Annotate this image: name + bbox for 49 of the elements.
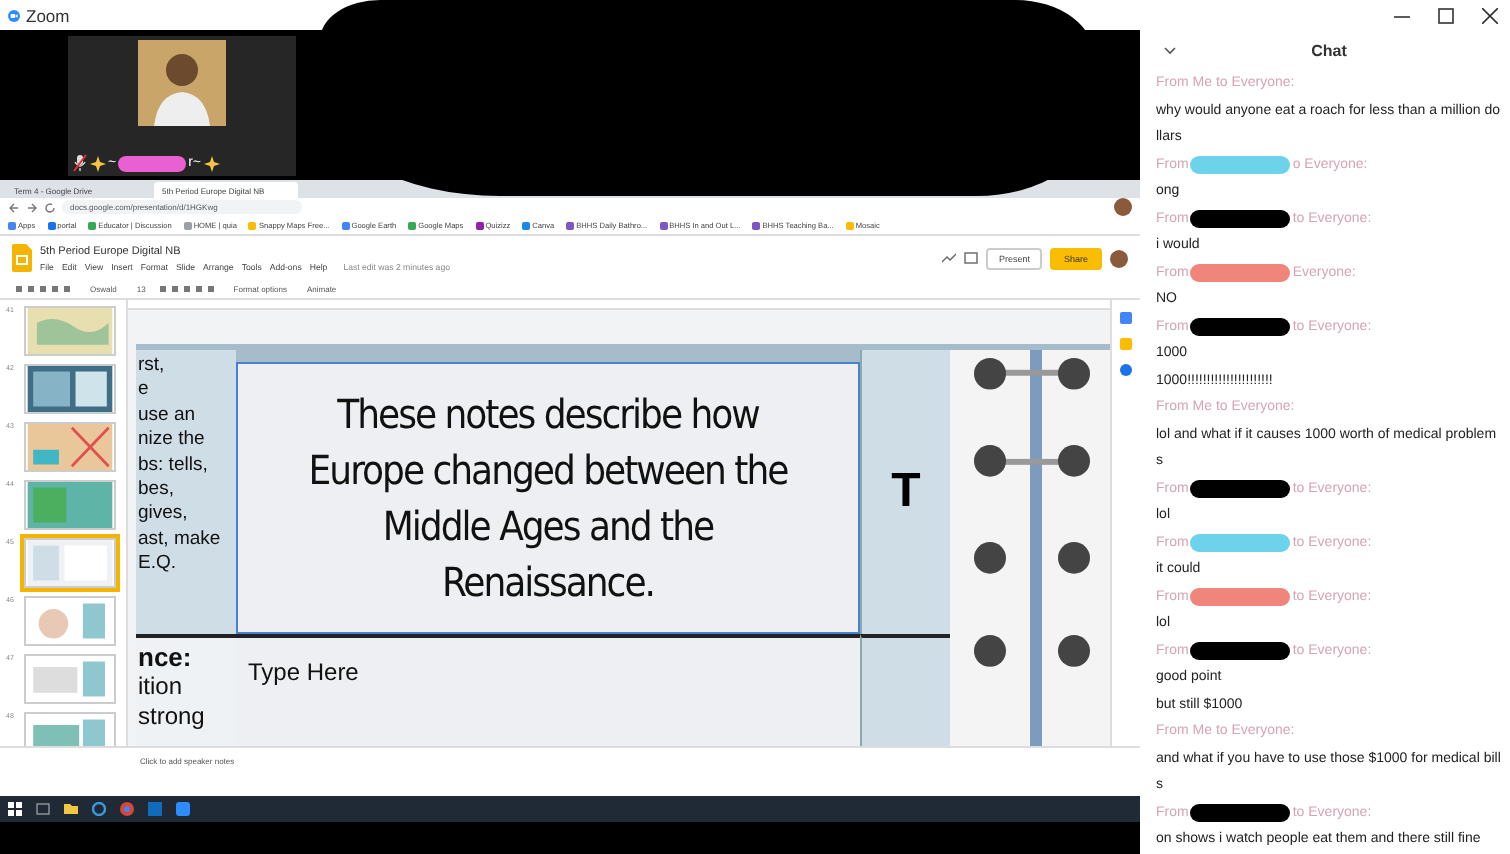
slide-text: rst, [138, 354, 167, 379]
chat-title: Chat [1309, 41, 1349, 59]
muted-mic-icon [72, 154, 88, 172]
slide-thumbnail[interactable] [24, 538, 116, 588]
text-placeholder[interactable]: Type Here [236, 634, 860, 746]
slide-text: bes, [138, 478, 176, 503]
chrome-icon[interactable] [120, 802, 134, 816]
reload-icon[interactable] [44, 201, 56, 213]
slide-text: ition [138, 672, 185, 702]
zoom-logo-icon [8, 9, 20, 21]
slide-panel [860, 634, 950, 746]
slide-text: nce: [138, 642, 194, 672]
tasks-icon[interactable] [1120, 364, 1132, 376]
windows-start-icon[interactable] [8, 802, 22, 816]
slide-text: E.Q. [138, 552, 179, 578]
slide-text: use an [138, 403, 198, 429]
slide-title[interactable]: These notes describe how Europe changed between the Middle Ages and the Renaissance. [236, 362, 860, 634]
back-icon[interactable] [8, 201, 20, 213]
sparkle-icon [203, 155, 220, 171]
task-view-icon[interactable] [36, 802, 50, 816]
slide-text: gives, [138, 502, 190, 528]
maximize-icon[interactable] [1438, 7, 1454, 23]
close-icon[interactable] [1482, 7, 1498, 23]
slide-thumbnail[interactable] [24, 480, 116, 530]
profile-avatar-icon[interactable] [1114, 198, 1132, 216]
slide-text: e [138, 378, 151, 404]
slide-thumbnail[interactable] [24, 422, 116, 472]
slide-thumbnail[interactable] [24, 596, 116, 646]
formatting-icons-drawing[interactable] [159, 284, 220, 294]
browser-icon[interactable] [92, 802, 106, 816]
calendar-icon[interactable] [1120, 312, 1132, 324]
slide-thumbnail[interactable] [24, 364, 116, 414]
profile-avatar-icon[interactable] [1110, 249, 1128, 267]
avatar-icon [138, 40, 226, 126]
window-title: Zoom [26, 5, 70, 25]
slide-text: strong [138, 702, 207, 732]
slide-text: bs: tells, [138, 453, 210, 479]
forward-icon[interactable] [26, 201, 38, 213]
slide-text: nize the [138, 428, 207, 454]
slide-thumbnail[interactable] [24, 306, 116, 356]
trend-icon[interactable] [942, 252, 957, 264]
comment-icon[interactable] [964, 252, 979, 264]
folder-icon[interactable] [64, 802, 78, 816]
slide-text: ast, make [138, 527, 223, 553]
side-letter: T [860, 350, 950, 634]
chevron-down-icon[interactable] [1164, 45, 1176, 55]
slide-thumbnail[interactable] [24, 654, 116, 704]
sparkle-icon [90, 155, 106, 171]
toolbar-icons-drawing[interactable] [16, 284, 76, 294]
